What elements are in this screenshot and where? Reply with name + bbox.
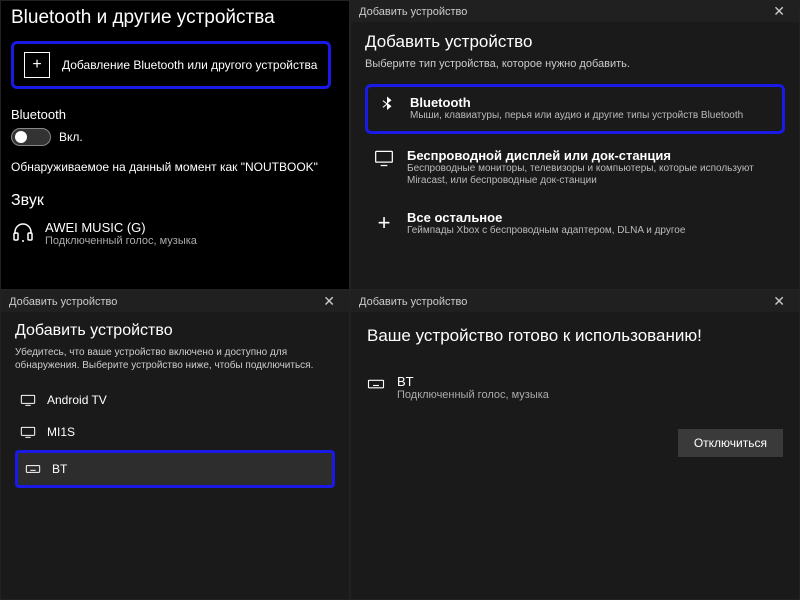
device-name: Android TV (47, 393, 107, 407)
device-name: BT (52, 462, 67, 476)
audio-device-row[interactable]: AWEI MUSIC (G) Подключенный голос, музык… (11, 220, 339, 247)
close-icon[interactable]: ✕ (767, 3, 791, 20)
bluetooth-label: Bluetooth (11, 107, 339, 122)
disconnect-button[interactable]: Отключиться (678, 429, 783, 457)
plus-icon: + (24, 52, 50, 78)
dialog-title: Добавить устройство (359, 6, 467, 18)
toggle-knob (15, 131, 27, 143)
device-row[interactable]: Android TV (15, 386, 335, 414)
audio-device-sub: Подключенный голос, музыка (45, 235, 197, 247)
ready-device-name: BT (397, 374, 549, 389)
display-icon (19, 392, 37, 408)
ready-device-row: BT Подключенный голос, музыка (367, 374, 783, 401)
headset-icon (11, 220, 35, 244)
bluetooth-settings-panel: Bluetooth и другие устройства + Добавлен… (0, 0, 350, 290)
dialog-title: Добавить устройство (9, 296, 117, 308)
device-picker-dialog: Добавить устройство ✕ Добавить устройств… (0, 290, 350, 600)
option-wireless-display[interactable]: Беспроводной дисплей или док-станция Бес… (365, 140, 785, 196)
sound-header: Звук (11, 192, 339, 210)
option-title: Беспроводной дисплей или док-станция (407, 148, 777, 163)
bluetooth-toggle[interactable] (11, 128, 51, 146)
option-title: Все остальное (407, 210, 685, 225)
picker-sub: Убедитесь, что ваше устройство включено … (15, 346, 335, 372)
option-desc: Геймпады Xbox с беспроводным адаптером, … (407, 225, 685, 238)
keyboard-icon (24, 461, 42, 477)
ready-device-sub: Подключенный голос, музыка (397, 389, 549, 401)
keyboard-icon (367, 374, 385, 394)
dialog-subheading: Выберите тип устройства, которое нужно д… (365, 58, 785, 70)
plus-icon: + (373, 210, 395, 236)
close-icon[interactable]: ✕ (317, 293, 341, 310)
close-icon[interactable]: ✕ (767, 293, 791, 310)
device-ready-dialog: Добавить устройство ✕ Ваше устройство го… (350, 290, 800, 600)
option-bluetooth[interactable]: Bluetooth Мыши, клавиатуры, перья или ау… (365, 84, 785, 134)
discoverable-text: Обнаруживаемое на данный момент как "NOU… (11, 160, 339, 174)
add-device-dialog: Добавить устройство ✕ Добавить устройств… (350, 0, 800, 290)
dialog-heading: Добавить устройство (365, 32, 785, 52)
device-row-selected[interactable]: BT (15, 450, 335, 488)
picker-heading: Добавить устройство (15, 322, 335, 340)
display-icon (19, 424, 37, 440)
add-device-button[interactable]: + Добавление Bluetooth или другого устро… (11, 41, 331, 89)
device-row[interactable]: MI1S (15, 418, 335, 446)
audio-device-name: AWEI MUSIC (G) (45, 220, 197, 235)
display-icon (373, 148, 395, 168)
dialog-title: Добавить устройство (359, 296, 467, 308)
option-title: Bluetooth (410, 95, 743, 110)
bluetooth-icon (376, 95, 398, 113)
option-desc: Мыши, клавиатуры, перья или аудио и друг… (410, 110, 743, 123)
add-device-label: Добавление Bluetooth или другого устройс… (62, 58, 317, 72)
device-name: MI1S (47, 425, 75, 439)
option-everything-else[interactable]: + Все остальное Геймпады Xbox с беспрово… (365, 202, 785, 246)
toggle-state-label: Вкл. (59, 130, 83, 144)
page-title: Bluetooth и другие устройства (11, 7, 339, 29)
ready-heading: Ваше устройство готово к использованию! (367, 326, 783, 346)
option-desc: Беспроводные мониторы, телевизоры и комп… (407, 163, 777, 188)
